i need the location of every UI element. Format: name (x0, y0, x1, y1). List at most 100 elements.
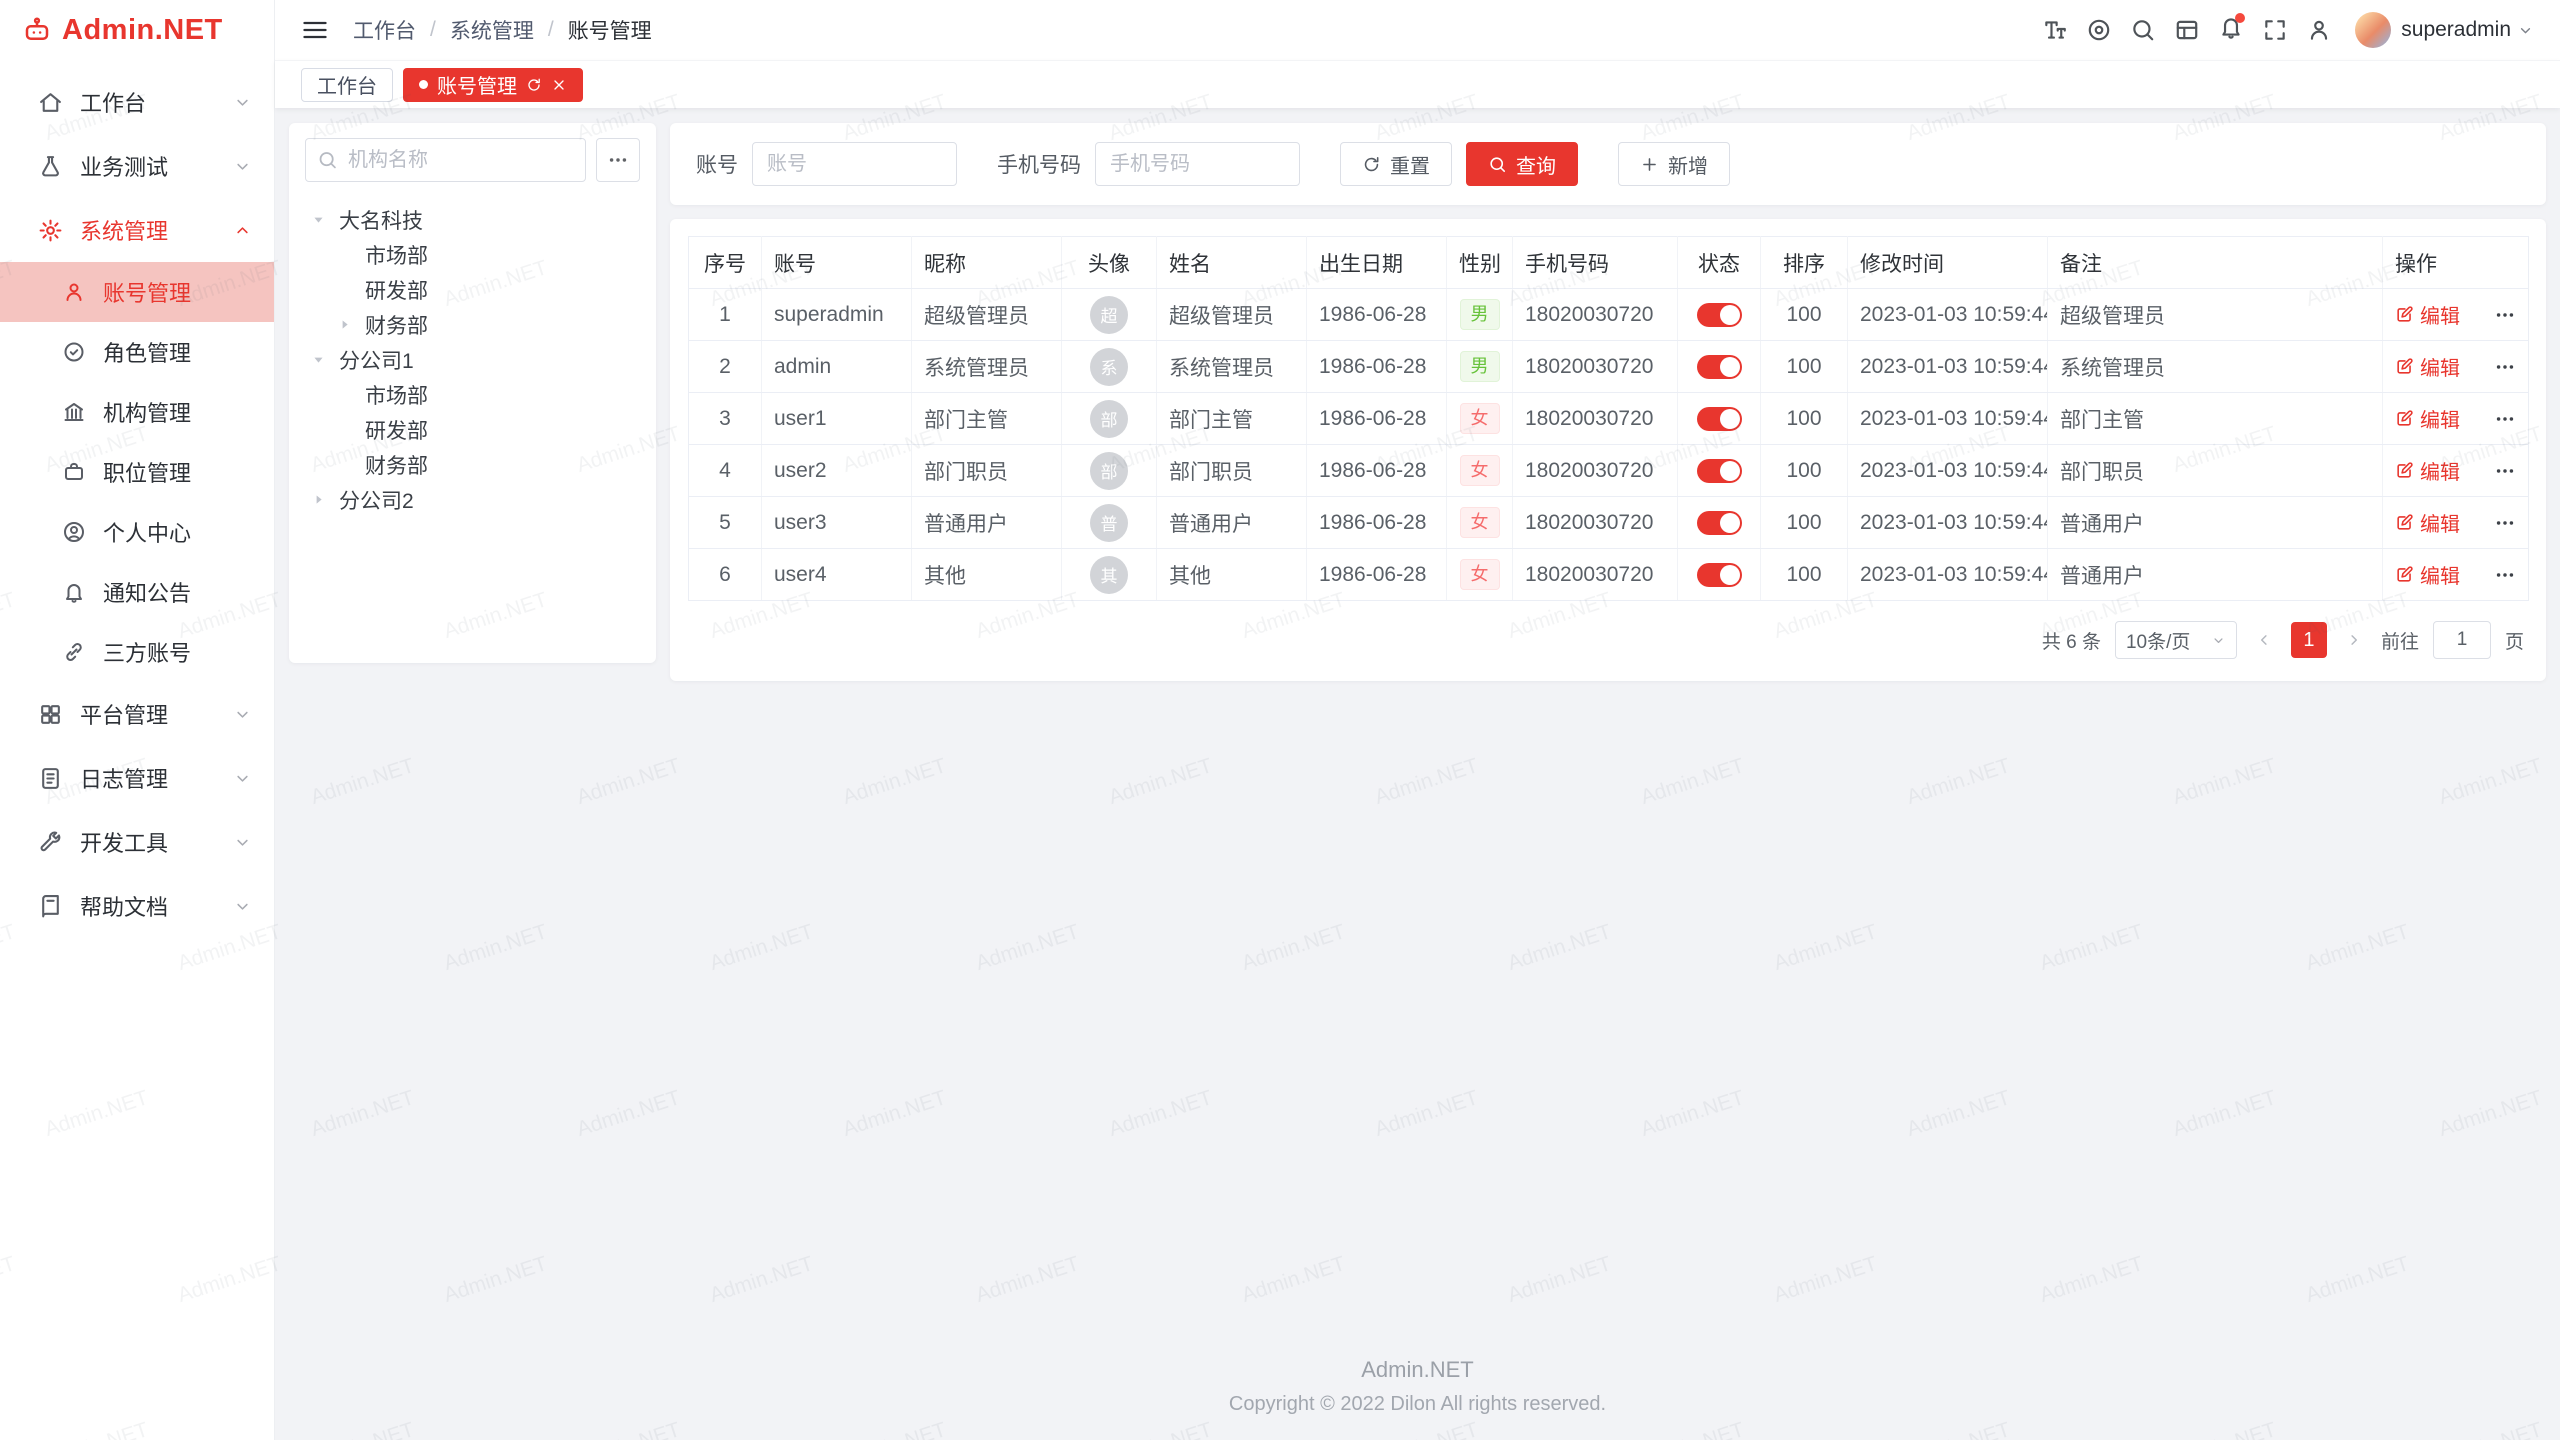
cell-modified-time: 2023-01-03 10:59:44 (1848, 445, 2048, 497)
sidebar-item-business-test[interactable]: 业务测试 (0, 134, 274, 198)
org-name-search-input[interactable] (305, 138, 586, 182)
more-actions-button[interactable] (2494, 304, 2516, 326)
sidebar-item-workbench[interactable]: 工作台 (0, 70, 274, 134)
prev-page-button[interactable] (2251, 631, 2277, 649)
layout-config-icon[interactable] (2165, 8, 2209, 52)
sidebar-item-log-management[interactable]: 日志管理 (0, 746, 274, 810)
cell-actions: 编辑 (2383, 393, 2529, 445)
org-more-button[interactable] (596, 138, 640, 182)
edit-icon (2395, 409, 2414, 428)
tree-node[interactable]: 财务部 (305, 447, 640, 482)
cell-phone: 18020030720 (1513, 289, 1678, 341)
caret-icon[interactable] (337, 317, 365, 332)
tree-node[interactable]: 研发部 (305, 272, 640, 307)
phone-input[interactable] (1095, 142, 1300, 186)
sidebar-item-position-management[interactable]: 职位管理 (0, 442, 274, 502)
theme-icon[interactable] (2077, 8, 2121, 52)
column-header: 性别 (1447, 237, 1513, 289)
sidebar-item-dev-tools[interactable]: 开发工具 (0, 810, 274, 874)
search-button[interactable]: 查询 (1466, 142, 1578, 186)
sidebar-item-help-docs[interactable]: 帮助文档 (0, 874, 274, 938)
more-actions-button[interactable] (2494, 460, 2516, 482)
next-page-button[interactable] (2341, 631, 2367, 649)
tree-node[interactable]: 大名科技 (305, 202, 640, 237)
add-button[interactable]: 新增 (1618, 142, 1730, 186)
sidebar-item-notice[interactable]: 通知公告 (0, 562, 274, 622)
sidebar-item-platform-management[interactable]: 平台管理 (0, 682, 274, 746)
edit-button[interactable]: 编辑 (2395, 404, 2460, 433)
status-toggle[interactable] (1697, 511, 1742, 535)
edit-button[interactable]: 编辑 (2395, 300, 2460, 329)
font-size-icon[interactable] (2033, 8, 2077, 52)
cell-index: 1 (689, 289, 762, 341)
search-icon[interactable] (2121, 8, 2165, 52)
column-header: 昵称 (912, 237, 1062, 289)
tab-workbench[interactable]: 工作台 (301, 68, 393, 102)
page-body: 大名科技 市场部 研发部 (275, 108, 2560, 1440)
breadcrumb-system-management[interactable]: 系统管理 (450, 15, 534, 45)
edit-button[interactable]: 编辑 (2395, 508, 2460, 537)
search-icon (317, 150, 338, 171)
avatar: 其 (1090, 556, 1128, 594)
pagination: 共 6 条 10条/页 1 前往 页 (688, 601, 2528, 667)
chevron-down-icon (233, 769, 252, 788)
status-toggle[interactable] (1697, 355, 1742, 379)
edit-button[interactable]: 编辑 (2395, 352, 2460, 381)
tree-node[interactable]: 研发部 (305, 412, 640, 447)
sidebar-item-account-management[interactable]: 账号管理 (0, 262, 274, 322)
sidebar-item-role-management[interactable]: 角色管理 (0, 322, 274, 382)
gender-badge: 女 (1460, 455, 1500, 486)
tree-node[interactable]: 分公司2 (305, 482, 640, 517)
cell-account: superadmin (762, 289, 912, 341)
page-size-select[interactable]: 10条/页 (2115, 621, 2237, 659)
goto-page-input[interactable] (2433, 621, 2491, 659)
more-actions-button[interactable] (2494, 512, 2516, 534)
chevron-down-icon (233, 93, 252, 112)
sidebar-item-personal-center[interactable]: 个人中心 (0, 502, 274, 562)
chevron-down-icon (233, 833, 252, 852)
edit-button[interactable]: 编辑 (2395, 560, 2460, 589)
tree-node[interactable]: 市场部 (305, 377, 640, 412)
sidebar-item-third-party-account[interactable]: 三方账号 (0, 622, 274, 682)
app-logo[interactable]: Admin.NET (0, 0, 274, 60)
tree-node-label: 财务部 (365, 310, 428, 340)
chevron-down-icon (2517, 22, 2534, 39)
tree-node[interactable]: 分公司1 (305, 342, 640, 377)
status-toggle[interactable] (1697, 563, 1742, 587)
fullscreen-icon[interactable] (2253, 8, 2297, 52)
hamburger-menu-icon[interactable] (301, 16, 329, 44)
breadcrumb-workbench[interactable]: 工作台 (353, 15, 416, 45)
user-menu[interactable]: superadmin (2401, 18, 2534, 42)
sidebar-item-org-management[interactable]: 机构管理 (0, 382, 274, 442)
edit-button[interactable]: 编辑 (2395, 456, 2460, 485)
cell-avatar: 普 (1062, 497, 1157, 549)
caret-icon[interactable] (311, 352, 339, 367)
tree-node[interactable]: 市场部 (305, 237, 640, 272)
more-actions-button[interactable] (2494, 356, 2516, 378)
sidebar-item-system-management[interactable]: 系统管理 (0, 198, 274, 262)
status-toggle[interactable] (1697, 303, 1742, 327)
more-actions-button[interactable] (2494, 408, 2516, 430)
cell-sort: 100 (1761, 445, 1848, 497)
column-header: 操作 (2383, 237, 2529, 289)
status-toggle[interactable] (1697, 459, 1742, 483)
bank-icon (62, 400, 86, 424)
tab-account-management[interactable]: 账号管理 (403, 68, 583, 102)
cell-nickname: 系统管理员 (912, 341, 1062, 393)
cell-gender: 男 (1447, 289, 1513, 341)
person-icon[interactable] (2297, 8, 2341, 52)
status-toggle[interactable] (1697, 407, 1742, 431)
reset-button[interactable]: 重置 (1340, 142, 1452, 186)
page-number-button[interactable]: 1 (2291, 622, 2327, 658)
notification-bell-icon[interactable] (2209, 8, 2253, 52)
more-actions-button[interactable] (2494, 564, 2516, 586)
tree-node[interactable]: 财务部 (305, 307, 640, 342)
cell-gender: 男 (1447, 341, 1513, 393)
refresh-icon[interactable] (526, 77, 542, 93)
account-input[interactable] (752, 142, 957, 186)
caret-icon[interactable] (311, 212, 339, 227)
caret-icon[interactable] (311, 492, 339, 507)
column-header: 备注 (2048, 237, 2383, 289)
user-avatar[interactable] (2355, 12, 2391, 48)
close-icon[interactable] (551, 77, 567, 93)
